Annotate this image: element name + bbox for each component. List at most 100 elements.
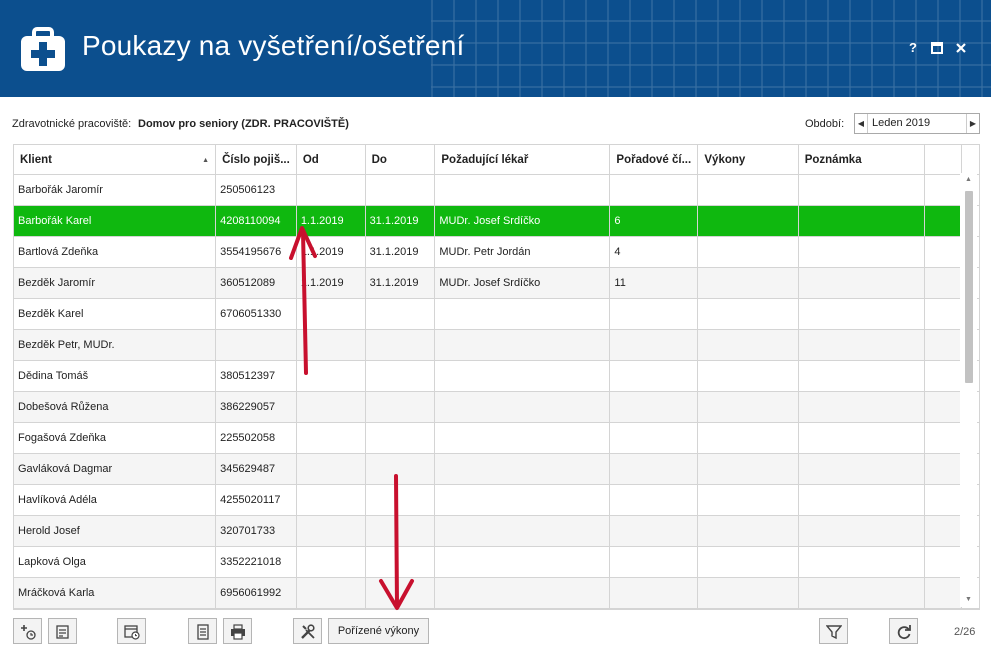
- table-row[interactable]: Barbořák Jaromír 250506123: [14, 174, 979, 206]
- cell-klient[interactable]: Herold Josef: [14, 515, 217, 547]
- table-row[interactable]: Bezděk Petr, MUDr.: [14, 329, 979, 361]
- cell-do[interactable]: 31.1.2019: [365, 205, 436, 237]
- cell-poradove[interactable]: [609, 546, 699, 578]
- cell-poznamka[interactable]: [798, 329, 925, 361]
- table-row[interactable]: Bezděk Karel 6706051330: [14, 298, 979, 330]
- cell-lekar[interactable]: [434, 391, 611, 423]
- column-header-cislo[interactable]: Číslo pojiš...: [215, 145, 297, 175]
- cell-klient[interactable]: Dobešová Růžena: [14, 391, 217, 423]
- print-button[interactable]: [223, 618, 252, 644]
- cell-vykony[interactable]: [697, 329, 799, 361]
- cell-od[interactable]: [296, 546, 366, 578]
- cell-od[interactable]: [296, 453, 366, 485]
- cell-od[interactable]: [296, 577, 366, 609]
- cell-poznamka[interactable]: [798, 298, 925, 330]
- cell-do[interactable]: [365, 174, 436, 206]
- cell-poradove[interactable]: [609, 329, 699, 361]
- cell-vykony[interactable]: [697, 360, 799, 392]
- cell-poradove[interactable]: [609, 577, 699, 609]
- cell-do[interactable]: [365, 515, 436, 547]
- cell-do[interactable]: [365, 329, 436, 361]
- porizene-vykony-button[interactable]: Pořízené výkony: [328, 618, 429, 644]
- table-row[interactable]: Fogašová Zdeňka 225502058: [14, 422, 979, 454]
- cell-od[interactable]: [296, 391, 366, 423]
- cell-vykony[interactable]: [697, 205, 799, 237]
- cell-poznamka[interactable]: [798, 174, 925, 206]
- refresh-button[interactable]: [889, 618, 918, 644]
- cell-vykony[interactable]: [697, 484, 799, 516]
- cell-lekar[interactable]: [434, 298, 611, 330]
- cell-do[interactable]: [365, 422, 436, 454]
- cell-cislo[interactable]: 3554195676: [215, 236, 297, 268]
- cell-poznamka[interactable]: [798, 360, 925, 392]
- cell-klient[interactable]: Barbořák Karel: [14, 205, 217, 237]
- cell-do[interactable]: 31.1.2019: [365, 236, 436, 268]
- cell-cislo[interactable]: 345629487: [215, 453, 297, 485]
- cell-poradove[interactable]: [609, 174, 699, 206]
- cell-klient[interactable]: Bezděk Karel: [14, 298, 217, 330]
- filter-button[interactable]: [819, 618, 848, 644]
- scroll-thumb[interactable]: [965, 191, 973, 383]
- cell-vykony[interactable]: [697, 577, 799, 609]
- cell-do[interactable]: 31.1.2019: [365, 267, 436, 299]
- table-row[interactable]: Gavláková Dagmar 345629487: [14, 453, 979, 485]
- column-header-poradove[interactable]: Pořadové čí...: [609, 145, 699, 175]
- cell-poradove[interactable]: [609, 360, 699, 392]
- cell-do[interactable]: [365, 391, 436, 423]
- period-prev-button[interactable]: ◀: [855, 114, 868, 133]
- table-row[interactable]: Barbořák Karel 4208110094 1.1.2019 31.1.201…: [14, 205, 979, 237]
- cell-cislo[interactable]: 3352221018: [215, 546, 297, 578]
- scroll-up-icon[interactable]: ▲: [960, 173, 977, 187]
- cell-od[interactable]: [296, 515, 366, 547]
- cell-od[interactable]: [296, 298, 366, 330]
- document-button[interactable]: [188, 618, 217, 644]
- cell-vykony[interactable]: [697, 422, 799, 454]
- cell-poradove[interactable]: [609, 391, 699, 423]
- cell-cislo[interactable]: 360512089: [215, 267, 297, 299]
- cell-cislo[interactable]: 380512397: [215, 360, 297, 392]
- cell-vykony[interactable]: [697, 174, 799, 206]
- cell-poradove[interactable]: [609, 453, 699, 485]
- cell-vykony[interactable]: [697, 391, 799, 423]
- cell-od[interactable]: 1.1.2019: [296, 236, 366, 268]
- cell-lekar[interactable]: MUDr. Petr Jordán: [434, 236, 611, 268]
- close-button[interactable]: [953, 40, 969, 56]
- cell-poznamka[interactable]: [798, 577, 925, 609]
- cell-do[interactable]: [365, 484, 436, 516]
- cell-klient[interactable]: Havlíková Adéla: [14, 484, 217, 516]
- cell-klient[interactable]: Bezděk Petr, MUDr.: [14, 329, 217, 361]
- cell-cislo[interactable]: 225502058: [215, 422, 297, 454]
- cell-poradove[interactable]: 6: [609, 205, 699, 237]
- cell-klient[interactable]: Mráčková Karla: [14, 577, 217, 609]
- cell-vykony[interactable]: [697, 453, 799, 485]
- cell-od[interactable]: [296, 360, 366, 392]
- clients-grid[interactable]: Klient ▲ Číslo pojiš... Od Do Požadující …: [13, 144, 980, 610]
- cell-vykony[interactable]: [697, 515, 799, 547]
- cell-lekar[interactable]: [434, 515, 611, 547]
- cell-poznamka[interactable]: [798, 236, 925, 268]
- cell-poznamka[interactable]: [798, 267, 925, 299]
- cell-poznamka[interactable]: [798, 391, 925, 423]
- tools-button[interactable]: [293, 618, 322, 644]
- column-header-lekar[interactable]: Požadující lékař: [434, 145, 611, 175]
- cell-klient[interactable]: Lapková Olga: [14, 546, 217, 578]
- cell-do[interactable]: [365, 546, 436, 578]
- cell-do[interactable]: [365, 360, 436, 392]
- table-row[interactable]: Havlíková Adéla 4255020117: [14, 484, 979, 516]
- cell-klient[interactable]: Bezděk Jaromír: [14, 267, 217, 299]
- cell-lekar[interactable]: MUDr. Josef Srdíčko: [434, 205, 611, 237]
- cell-poradove[interactable]: [609, 484, 699, 516]
- cell-poznamka[interactable]: [798, 453, 925, 485]
- cell-poradove[interactable]: [609, 298, 699, 330]
- cell-cislo[interactable]: [215, 329, 297, 361]
- document-edit-button[interactable]: [48, 618, 77, 644]
- table-row[interactable]: Dědina Tomáš 380512397: [14, 360, 979, 392]
- cell-vykony[interactable]: [697, 298, 799, 330]
- period-next-button[interactable]: ▶: [966, 114, 979, 133]
- cell-poznamka[interactable]: [798, 546, 925, 578]
- cell-poradove[interactable]: [609, 422, 699, 454]
- calendar-clock-button[interactable]: [117, 618, 146, 644]
- cell-klient[interactable]: Bartlová Zdeňka: [14, 236, 217, 268]
- add-clock-button[interactable]: [13, 618, 42, 644]
- cell-od[interactable]: [296, 422, 366, 454]
